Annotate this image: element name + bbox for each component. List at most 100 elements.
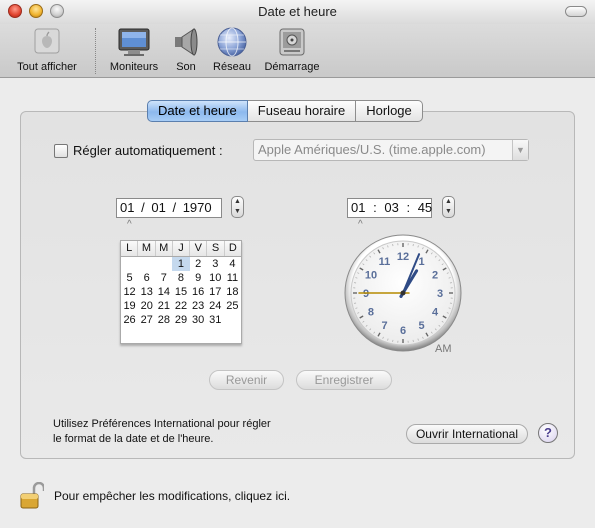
calendar-weekday-header: L M M J V S D [121,241,241,257]
calendar-day[interactable]: 11 [224,271,241,285]
auto-set-row: Régler automatiquement : [54,143,223,158]
help-button[interactable]: ? [538,423,558,443]
calendar-day[interactable]: 14 [155,285,172,299]
clock-number: 6 [400,325,406,337]
calendar-day[interactable]: 12 [121,285,138,299]
clock-number: 11 [379,256,391,268]
lock-text[interactable]: Pour empêcher les modifications, cliquez… [54,489,290,503]
time-stepper[interactable]: ▲ ▼ [442,196,455,218]
clock-number: 9 [363,288,369,300]
calendar-day[interactable]: 2 [190,257,207,271]
calendar-day[interactable]: 4 [224,257,241,271]
clock-number: 10 [365,270,377,282]
auto-set-checkbox[interactable] [54,143,68,158]
time-server-value: Apple Amériques/U.S. (time.apple.com) [258,142,486,157]
time-hours[interactable]: 01 [351,200,365,215]
toolbar-show-all[interactable]: Tout afficher [8,26,86,73]
date-stepper[interactable]: ▲ ▼ [231,196,244,218]
calendar-day[interactable]: 20 [138,299,155,313]
time-field[interactable]: 01 : 03 : 45 [347,198,432,218]
chevron-down-icon[interactable]: ▼ [512,140,528,160]
calendar-day[interactable]: 19 [121,299,138,313]
calendar-day[interactable]: 23 [190,299,207,313]
toolbar: Tout afficher Moniteurs Son Réseau Démar… [0,24,595,78]
time-server-select[interactable]: Apple Amériques/U.S. (time.apple.com) ▼ [253,139,529,161]
time-separator: : [373,200,377,215]
calendar-day[interactable]: 15 [172,285,189,299]
stepper-up-icon[interactable]: ▲ [443,197,454,207]
time-minutes[interactable]: 03 [384,200,398,215]
window-title: Date et heure [258,4,337,19]
calendar-day[interactable]: 18 [224,285,241,299]
tab-clock[interactable]: Horloge [356,100,423,122]
calendar-day[interactable]: 29 [172,313,189,327]
toolbar-sound-label: Son [176,61,196,73]
analog-clock[interactable]: 12 12 3 456 78 9 1011 [343,233,463,353]
calendar-day[interactable]: 6 [138,271,155,285]
toolbar-separator [95,28,96,74]
weekday-label: S [207,241,225,256]
monitor-icon [118,28,150,56]
calendar-day[interactable]: 28 [155,313,172,327]
weekday-label: L [121,241,139,256]
clock-number: 4 [432,307,439,319]
save-button[interactable]: Enregistrer [296,370,392,390]
calendar-day[interactable]: 31 [207,313,224,327]
clock-number: 2 [432,270,438,282]
calendar-day[interactable]: 10 [207,271,224,285]
calendar-day[interactable]: 24 [207,299,224,313]
clock-number: 5 [418,320,424,332]
calendar-day[interactable]: 16 [190,285,207,299]
time-seconds[interactable]: 45 [418,200,432,215]
calendar-day[interactable]: 1 [172,257,190,271]
title-bar[interactable]: Date et heure [0,0,595,24]
preference-content: Date et heure Fuseau horaire Horloge Rég… [0,78,595,528]
tab-time-zone[interactable]: Fuseau horaire [247,100,357,122]
date-day[interactable]: 01 [151,200,165,215]
clock-number: 7 [381,320,387,332]
clock-center-pin [400,290,406,296]
calendar-day[interactable]: 22 [172,299,189,313]
toolbar-toggle-button[interactable] [565,6,587,17]
info-line-1: Utilisez Préférences International pour … [53,418,271,430]
calendar-day[interactable]: 27 [138,313,155,327]
auto-set-label[interactable]: Régler automatiquement : [73,143,223,158]
tab-bar: Date et heure Fuseau horaire Horloge [147,100,423,122]
clock-number: 8 [368,307,374,319]
calendar-day[interactable]: 13 [138,285,155,299]
calendar-day[interactable]: 5 [121,271,138,285]
lock-row[interactable]: Pour empêcher les modifications, cliquez… [20,482,290,510]
date-field[interactable]: 01 / 01 / 1970 [116,198,222,218]
calendar-empty-cell [138,257,155,271]
calendar-day[interactable]: 17 [207,285,224,299]
toolbar-sound[interactable]: Son [168,26,204,73]
calendar-day[interactable]: 21 [155,299,172,313]
revert-button[interactable]: Revenir [209,370,284,390]
calendar-day[interactable]: 8 [172,271,189,285]
clock-number: 3 [437,288,443,300]
toolbar-startup-disk[interactable]: Démarrage [259,26,325,73]
weekday-label: D [228,242,237,254]
padlock-open-icon[interactable] [20,482,44,510]
date-month[interactable]: 01 [120,200,134,215]
toolbar-monitors[interactable]: Moniteurs [104,26,164,73]
stepper-down-icon[interactable]: ▼ [232,207,243,217]
calendar-day[interactable]: 3 [207,257,224,271]
calendar-day[interactable]: 9 [190,271,207,285]
calendar-empty-cell [121,257,138,271]
calendar-day[interactable]: 26 [121,313,138,327]
am-pm-label: AM [435,343,452,355]
tab-date-time[interactable]: Date et heure [147,100,248,122]
toolbar-network[interactable]: Réseau [209,26,255,73]
calendar-day[interactable]: 25 [224,299,241,313]
open-international-button[interactable]: Ouvrir International [406,424,528,444]
date-year[interactable]: 1970 [183,200,212,215]
stepper-down-icon[interactable]: ▼ [443,207,454,217]
calendar-day[interactable]: 7 [155,271,172,285]
stepper-up-icon[interactable]: ▲ [232,197,243,207]
toolbar-show-all-label: Tout afficher [17,61,77,73]
calendar-day[interactable]: 30 [190,313,207,327]
time-separator: : [406,200,411,215]
network-globe-icon [217,27,247,57]
info-line-2: le format de la date et de l'heure. [53,433,214,445]
